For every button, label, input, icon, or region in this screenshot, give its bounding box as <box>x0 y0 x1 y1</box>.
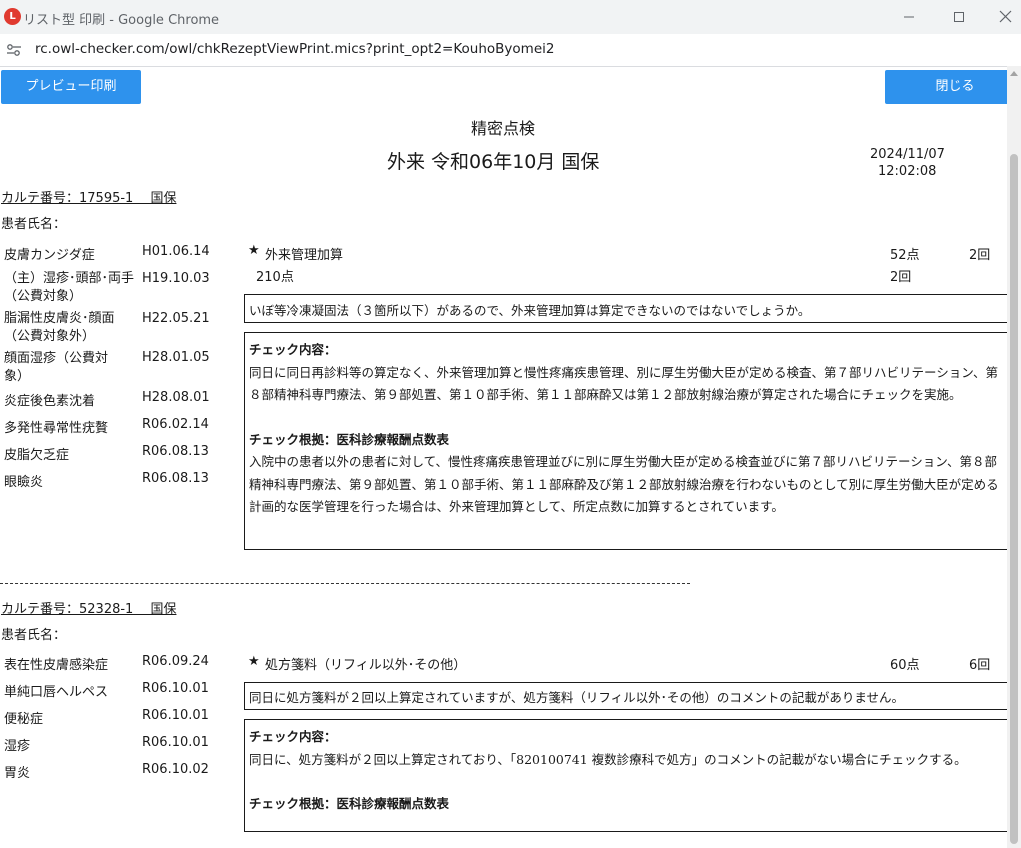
check-detail-box: チェック内容： 同日に同日再診料等の算定なく、外来管理加算と慢性疼痛疾患管理、別… <box>244 332 1008 550</box>
item-points: 60点 <box>890 658 920 673</box>
close-window-button[interactable] <box>980 0 1021 34</box>
patient-name-label: 患者氏名： <box>1 217 67 232</box>
vertical-scrollbar[interactable] <box>1007 66 1021 848</box>
disease-date: R06.10.02 <box>142 762 209 777</box>
disease-name: （主）湿疹･頭部･両手（公費対象） <box>4 271 135 304</box>
window-titlebar: L リスト型 印刷 - Google Chrome <box>0 0 1021 34</box>
disease-name: 脂漏性皮膚炎･顔面（公費対象外） <box>4 311 115 344</box>
disease-name: 炎症後色素沈着 <box>4 394 96 409</box>
check-detail-content: チェック内容： 同日に、処方箋料が２回以上算定されており、「820100741 … <box>249 726 1001 816</box>
check-basis-text: 入院中の患者以外の患者に対して、慢性疼痛疾患管理並びに別に厚生労働大臣が定める検… <box>249 454 999 514</box>
check-content-text: 同日に、処方箋料が２回以上算定されており、「820100741 複数診療科で処方… <box>249 751 967 767</box>
disease-date: H01.06.14 <box>142 244 210 259</box>
report-date: 2024/11/07 <box>870 147 945 162</box>
scroll-up-icon[interactable] <box>1010 71 1018 76</box>
minimize-button[interactable] <box>886 0 932 34</box>
item-sub-points: 210点 <box>256 270 294 285</box>
patient-name-label: 患者氏名： <box>1 628 67 643</box>
check-basis-title: チェック根拠：医科診療報酬点数表 <box>249 431 450 447</box>
disease-date: R06.02.14 <box>142 417 209 432</box>
item-count: 6回 <box>969 658 991 673</box>
disease-date: H28.08.01 <box>142 390 210 405</box>
check-message: 同日に処方箋料が２回以上算定されていますが、処方箋料（リフィル以外･その他）のコ… <box>249 690 905 705</box>
maximize-icon <box>954 12 964 22</box>
item-name: 外来管理加算 <box>265 248 344 263</box>
check-content-title: チェック内容： <box>249 342 337 357</box>
disease-date: R06.09.24 <box>142 654 209 669</box>
app-logo-icon: L <box>4 8 21 25</box>
check-basis-title: チェック根拠：医科診療報酬点数表 <box>249 796 450 811</box>
disease-date: R06.10.01 <box>142 735 209 750</box>
site-settings-icon[interactable] <box>6 43 22 57</box>
karte-number: カルテ番号：52328-1 国保 <box>1 602 177 617</box>
maximize-button[interactable] <box>936 0 982 34</box>
report-subtitle: 外来 令和06年10月 国保 <box>387 151 600 173</box>
disease-name: 顔面湿疹（公費対象） <box>4 351 109 384</box>
scrollbar-thumb[interactable] <box>1010 154 1018 844</box>
karte-number: カルテ番号：17595-1 国保 <box>1 191 177 206</box>
close-icon <box>999 10 1012 23</box>
item-points: 52点 <box>890 248 920 263</box>
disease-date: R06.10.01 <box>142 681 209 696</box>
report-title: 精密点検 <box>471 119 536 138</box>
check-message: いぼ等冷凍凝固法（３箇所以下）があるので、外来管理加算は算定できないのではないで… <box>249 303 811 318</box>
separator <box>0 583 690 584</box>
disease-name: 便秘症 <box>4 712 44 727</box>
disease-name: 単純口唇ヘルペス <box>4 685 109 700</box>
check-detail-content: チェック内容： 同日に同日再診料等の算定なく、外来管理加算と慢性疼痛疾患管理、別… <box>249 339 1001 519</box>
item-name: 処方箋料（リフィル以外･その他） <box>265 658 467 673</box>
disease-date: H22.05.21 <box>142 311 210 326</box>
check-message-box: 同日に処方箋料が２回以上算定されていますが、処方箋料（リフィル以外･その他）のコ… <box>244 682 1008 710</box>
item-sub-count: 2回 <box>890 270 912 285</box>
check-content-title: チェック内容： <box>249 729 337 744</box>
disease-name: 多発性尋常性疣贅 <box>4 421 109 436</box>
window-title: リスト型 印刷 - Google Chrome <box>23 13 220 28</box>
check-message-box: いぼ等冷凍凝固法（３箇所以下）があるので、外来管理加算は算定できないのではないで… <box>244 294 1008 323</box>
minimize-icon <box>904 16 914 18</box>
check-detail-box: チェック内容： 同日に、処方箋料が２回以上算定されており、「820100741 … <box>244 719 1008 832</box>
url-text[interactable]: rc.owl-checker.com/owl/chkRezeptViewPrin… <box>35 41 554 57</box>
report-time: 12:02:08 <box>878 164 937 179</box>
preview-print-button[interactable]: プレビュー印刷 <box>1 70 141 104</box>
item-count: 2回 <box>969 248 991 263</box>
disease-name: 皮脂欠乏症 <box>4 448 70 463</box>
disease-date: R06.10.01 <box>142 708 209 723</box>
disease-name: 胃炎 <box>4 766 31 781</box>
close-button[interactable]: 閉じる <box>885 70 1021 104</box>
disease-date: H28.01.05 <box>142 350 210 365</box>
disease-name: 湿疹 <box>4 739 31 754</box>
disease-date: H19.10.03 <box>142 271 210 286</box>
check-content-text: 同日に同日再診料等の算定なく、外来管理加算と慢性疼痛疾患管理、別に厚生労働大臣が… <box>249 364 999 403</box>
disease-date: R06.08.13 <box>142 471 209 486</box>
disease-name: 表在性皮膚感染症 <box>4 658 109 673</box>
address-bar[interactable]: rc.owl-checker.com/owl/chkRezeptViewPrin… <box>0 34 1021 67</box>
disease-date: R06.08.13 <box>142 444 209 459</box>
star-icon: ★ <box>248 654 260 669</box>
disease-name: 眼瞼炎 <box>4 475 44 490</box>
disease-name: 皮膚カンジダ症 <box>4 248 95 263</box>
star-icon: ★ <box>248 243 260 258</box>
